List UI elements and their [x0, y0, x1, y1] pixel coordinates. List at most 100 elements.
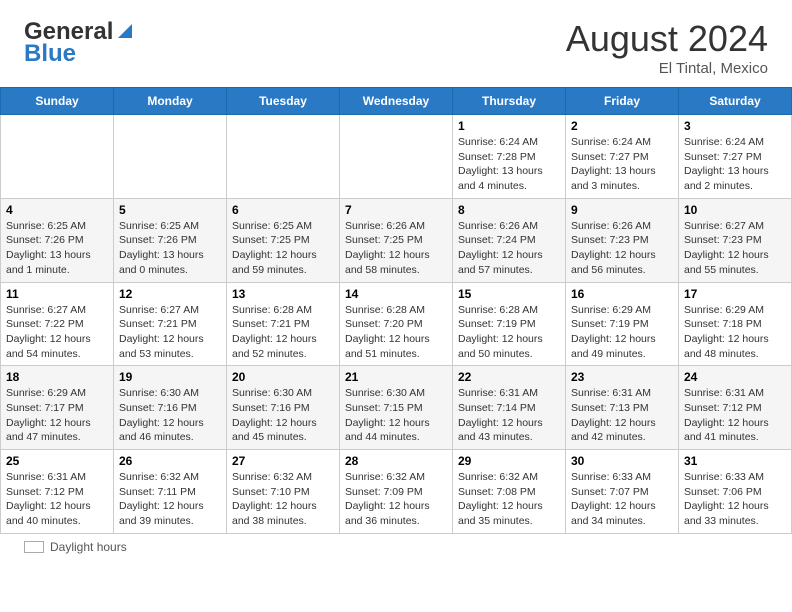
- day-number: 9: [571, 203, 673, 217]
- calendar-day-cell: 16 Sunrise: 6:29 AM Sunset: 7:19 PM Dayli…: [566, 282, 679, 366]
- day-number: 6: [232, 203, 334, 217]
- calendar-day-cell: 26 Sunrise: 6:32 AM Sunset: 7:11 PM Dayli…: [114, 450, 227, 534]
- day-info: Sunrise: 6:28 AM Sunset: 7:21 PM Dayligh…: [232, 303, 334, 362]
- calendar-day-cell: 29 Sunrise: 6:32 AM Sunset: 7:08 PM Dayli…: [453, 450, 566, 534]
- day-number: 21: [345, 370, 447, 384]
- day-number: 30: [571, 454, 673, 468]
- day-number: 20: [232, 370, 334, 384]
- day-number: 8: [458, 203, 560, 217]
- day-info: Sunrise: 6:25 AM Sunset: 7:26 PM Dayligh…: [119, 219, 221, 278]
- day-number: 16: [571, 287, 673, 301]
- calendar-day-cell: 8Sunrise: 6:26 AM Sunset: 7:24 PM Daylig…: [453, 198, 566, 282]
- calendar-day-cell: 28 Sunrise: 6:32 AM Sunset: 7:09 PM Dayli…: [340, 450, 453, 534]
- calendar-day-cell: 1 Sunrise: 6:24 AM Sunset: 7:28 PM Daylig…: [453, 115, 566, 199]
- day-number: 28: [345, 454, 447, 468]
- day-number: 10: [684, 203, 786, 217]
- day-info: Sunrise: 6:31 AM Sunset: 7:12 PM Dayligh…: [6, 470, 108, 529]
- day-number: 1: [458, 119, 560, 133]
- calendar-week-row: 11Sunrise: 6:27 AM Sunset: 7:22 PM Dayli…: [1, 282, 792, 366]
- logo-blue: Blue: [24, 40, 76, 68]
- calendar-week-row: 18 Sunrise: 6:29 AM Sunset: 7:17 PM Dayli…: [1, 366, 792, 450]
- day-info: Sunrise: 6:25 AM Sunset: 7:25 PM Dayligh…: [232, 219, 334, 278]
- day-info: Sunrise: 6:29 AM Sunset: 7:17 PM Dayligh…: [6, 386, 108, 445]
- day-info: Sunrise: 6:33 AM Sunset: 7:07 PM Dayligh…: [571, 470, 673, 529]
- day-info: Sunrise: 6:24 AM Sunset: 7:27 PM Dayligh…: [684, 135, 786, 194]
- logo-triangle-icon: [114, 20, 136, 42]
- calendar-week-row: 4 Sunrise: 6:25 AM Sunset: 7:26 PM Daylig…: [1, 198, 792, 282]
- day-number: 5: [119, 203, 221, 217]
- day-info: Sunrise: 6:24 AM Sunset: 7:27 PM Dayligh…: [571, 135, 673, 194]
- calendar-day-cell: 31 Sunrise: 6:33 AM Sunset: 7:06 PM Dayli…: [679, 450, 792, 534]
- day-number: 2: [571, 119, 673, 133]
- day-info: Sunrise: 6:29 AM Sunset: 7:18 PM Dayligh…: [684, 303, 786, 362]
- calendar-day-cell: 21 Sunrise: 6:30 AM Sunset: 7:15 PM Dayli…: [340, 366, 453, 450]
- day-info: Sunrise: 6:25 AM Sunset: 7:26 PM Dayligh…: [6, 219, 108, 278]
- day-number: 25: [6, 454, 108, 468]
- day-number: 18: [6, 370, 108, 384]
- calendar-day-cell: 27 Sunrise: 6:32 AM Sunset: 7:10 PM Dayli…: [227, 450, 340, 534]
- day-info: Sunrise: 6:30 AM Sunset: 7:16 PM Dayligh…: [232, 386, 334, 445]
- calendar-day-cell: [1, 115, 114, 199]
- calendar-day-cell: 4 Sunrise: 6:25 AM Sunset: 7:26 PM Daylig…: [1, 198, 114, 282]
- day-number: 26: [119, 454, 221, 468]
- calendar-day-cell: [114, 115, 227, 199]
- day-info: Sunrise: 6:30 AM Sunset: 7:15 PM Dayligh…: [345, 386, 447, 445]
- calendar-day-cell: 6 Sunrise: 6:25 AM Sunset: 7:25 PM Daylig…: [227, 198, 340, 282]
- day-number: 13: [232, 287, 334, 301]
- calendar-day-cell: 7 Sunrise: 6:26 AM Sunset: 7:25 PM Daylig…: [340, 198, 453, 282]
- calendar-day-cell: 9 Sunrise: 6:26 AM Sunset: 7:23 PM Daylig…: [566, 198, 679, 282]
- day-number: 12: [119, 287, 221, 301]
- calendar-day-cell: 10 Sunrise: 6:27 AM Sunset: 7:23 PM Dayli…: [679, 198, 792, 282]
- calendar-header-row: SundayMondayTuesdayWednesdayThursdayFrid…: [1, 88, 792, 115]
- calendar-day-cell: 3 Sunrise: 6:24 AM Sunset: 7:27 PM Daylig…: [679, 115, 792, 199]
- calendar-day-cell: [227, 115, 340, 199]
- day-info: Sunrise: 6:32 AM Sunset: 7:10 PM Dayligh…: [232, 470, 334, 529]
- calendar-day-cell: 11Sunrise: 6:27 AM Sunset: 7:22 PM Dayli…: [1, 282, 114, 366]
- location-subtitle: El Tintal, Mexico: [566, 60, 768, 77]
- calendar-day-cell: 22Sunrise: 6:31 AM Sunset: 7:14 PM Dayli…: [453, 366, 566, 450]
- day-info: Sunrise: 6:27 AM Sunset: 7:23 PM Dayligh…: [684, 219, 786, 278]
- calendar-day-cell: 25 Sunrise: 6:31 AM Sunset: 7:12 PM Dayli…: [1, 450, 114, 534]
- day-info: Sunrise: 6:24 AM Sunset: 7:28 PM Dayligh…: [458, 135, 560, 194]
- day-number: 7: [345, 203, 447, 217]
- calendar-week-row: 1 Sunrise: 6:24 AM Sunset: 7:28 PM Daylig…: [1, 115, 792, 199]
- day-number: 23: [571, 370, 673, 384]
- calendar-day-cell: [340, 115, 453, 199]
- calendar-day-cell: 30 Sunrise: 6:33 AM Sunset: 7:07 PM Dayli…: [566, 450, 679, 534]
- calendar-week-row: 25 Sunrise: 6:31 AM Sunset: 7:12 PM Dayli…: [1, 450, 792, 534]
- day-number: 22: [458, 370, 560, 384]
- calendar-header-cell: Tuesday: [227, 88, 340, 115]
- calendar-body: 1 Sunrise: 6:24 AM Sunset: 7:28 PM Daylig…: [1, 115, 792, 534]
- day-info: Sunrise: 6:30 AM Sunset: 7:16 PM Dayligh…: [119, 386, 221, 445]
- day-info: Sunrise: 6:29 AM Sunset: 7:19 PM Dayligh…: [571, 303, 673, 362]
- logo: General Blue: [24, 18, 136, 68]
- day-info: Sunrise: 6:31 AM Sunset: 7:12 PM Dayligh…: [684, 386, 786, 445]
- calendar-header-cell: Saturday: [679, 88, 792, 115]
- day-info: Sunrise: 6:32 AM Sunset: 7:08 PM Dayligh…: [458, 470, 560, 529]
- day-info: Sunrise: 6:32 AM Sunset: 7:11 PM Dayligh…: [119, 470, 221, 529]
- calendar-table: SundayMondayTuesdayWednesdayThursdayFrid…: [0, 87, 792, 534]
- day-number: 3: [684, 119, 786, 133]
- calendar-header-cell: Friday: [566, 88, 679, 115]
- calendar-day-cell: 2 Sunrise: 6:24 AM Sunset: 7:27 PM Daylig…: [566, 115, 679, 199]
- day-number: 27: [232, 454, 334, 468]
- day-info: Sunrise: 6:26 AM Sunset: 7:23 PM Dayligh…: [571, 219, 673, 278]
- calendar-day-cell: 20 Sunrise: 6:30 AM Sunset: 7:16 PM Dayli…: [227, 366, 340, 450]
- day-number: 4: [6, 203, 108, 217]
- calendar-header-cell: Wednesday: [340, 88, 453, 115]
- daylight-swatch: [24, 541, 44, 553]
- day-number: 14: [345, 287, 447, 301]
- day-info: Sunrise: 6:32 AM Sunset: 7:09 PM Dayligh…: [345, 470, 447, 529]
- calendar-day-cell: 15Sunrise: 6:28 AM Sunset: 7:19 PM Dayli…: [453, 282, 566, 366]
- day-number: 31: [684, 454, 786, 468]
- daylight-label: Daylight hours: [50, 540, 127, 554]
- calendar-day-cell: 19Sunrise: 6:30 AM Sunset: 7:16 PM Dayli…: [114, 366, 227, 450]
- day-info: Sunrise: 6:26 AM Sunset: 7:25 PM Dayligh…: [345, 219, 447, 278]
- calendar-day-cell: 18 Sunrise: 6:29 AM Sunset: 7:17 PM Dayli…: [1, 366, 114, 450]
- day-number: 24: [684, 370, 786, 384]
- day-number: 29: [458, 454, 560, 468]
- day-number: 11: [6, 287, 108, 301]
- day-info: Sunrise: 6:33 AM Sunset: 7:06 PM Dayligh…: [684, 470, 786, 529]
- calendar-day-cell: 5 Sunrise: 6:25 AM Sunset: 7:26 PM Daylig…: [114, 198, 227, 282]
- day-info: Sunrise: 6:31 AM Sunset: 7:13 PM Dayligh…: [571, 386, 673, 445]
